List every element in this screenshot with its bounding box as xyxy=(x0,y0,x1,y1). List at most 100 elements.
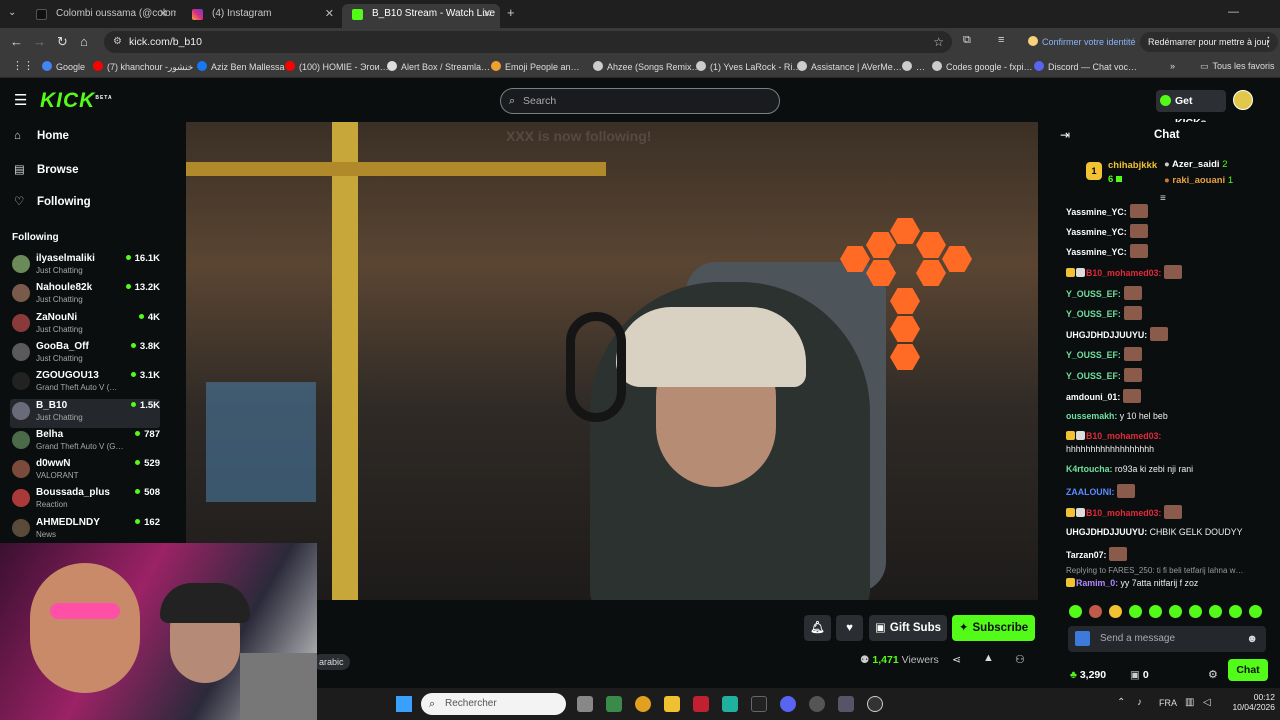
stream-tag[interactable]: arabic xyxy=(313,654,350,670)
nav-following[interactable]: ♡ Following xyxy=(14,194,91,208)
chat-username[interactable]: B10_mohamed03: xyxy=(1086,508,1161,518)
quick-emote-icon[interactable] xyxy=(1075,631,1090,646)
emote-icon[interactable] xyxy=(1209,605,1222,618)
chat-username[interactable]: Y_OUSS_EF: xyxy=(1066,309,1121,319)
tray-overflow-icon[interactable]: ⌃ xyxy=(1117,697,1125,708)
share-icon[interactable]: ⋖ xyxy=(952,653,961,666)
app-icon[interactable] xyxy=(751,696,767,712)
leader-2[interactable]: ● Azer_saidi 2 xyxy=(1164,159,1228,170)
expand-leaderboard-icon[interactable]: ≡ xyxy=(1160,193,1166,204)
emote-icon[interactable] xyxy=(1149,605,1162,618)
chat-username[interactable]: UHGJDHDJJUUYU: xyxy=(1066,527,1147,537)
emote-icon[interactable] xyxy=(1169,605,1182,618)
chat-username[interactable]: Y_OUSS_EF: xyxy=(1066,350,1121,360)
leader-1-name[interactable]: chihabjkkk xyxy=(1108,160,1157,171)
following-item[interactable]: Belha Grand Theft Auto V (G… 787 xyxy=(10,428,160,457)
microphone-icon[interactable]: ♪ xyxy=(1137,697,1142,708)
leader-3[interactable]: ● raki_aouani 1 xyxy=(1164,175,1233,186)
bookmark-yves[interactable]: (1) Yves LaRock - Ri… xyxy=(696,61,801,72)
send-chat-button[interactable]: Chat xyxy=(1228,659,1268,681)
identity-button[interactable]: Confirmer votre identité xyxy=(1028,36,1136,47)
close-icon[interactable]: ✕ xyxy=(325,4,334,24)
chat-username[interactable]: Yassmine_YC: xyxy=(1066,227,1127,237)
bookmark-streamlabs[interactable]: Alert Box / Streamla… xyxy=(387,61,490,72)
extensions-icon[interactable]: ⧉ xyxy=(963,34,971,47)
chat-username[interactable]: Ramim_0: xyxy=(1076,578,1118,588)
site-info-icon[interactable]: ⚙ xyxy=(113,31,122,53)
bookmark-codes[interactable]: Codes google - fxpi… xyxy=(932,61,1033,72)
emote-icon[interactable] xyxy=(1089,605,1102,618)
media-player-icon[interactable] xyxy=(867,696,883,712)
tab-kick[interactable]: B_B10 Stream - Watch Live ✕ xyxy=(342,4,500,28)
following-item[interactable]: ilyaselmaliki Just Chatting 16.1K xyxy=(10,252,160,281)
chrome-icon[interactable] xyxy=(635,696,651,712)
following-item[interactable]: B_B10 Just Chatting 1.5K xyxy=(10,398,160,428)
taskbar-search[interactable]: ⌕ Rechercher xyxy=(421,693,566,715)
following-item[interactable]: d0wwN VALORANT 529 xyxy=(10,457,160,486)
get-kicks-button[interactable]: Get KICKs xyxy=(1156,90,1226,129)
hamburger-menu-icon[interactable]: ☰ xyxy=(14,91,27,109)
video-player[interactable]: XXX is now following! xyxy=(186,122,1038,600)
emote-icon[interactable] xyxy=(1189,605,1202,618)
chat-username[interactable]: K4rtoucha: xyxy=(1066,464,1112,474)
bookmark-youtube-2[interactable]: (100) HOMIE - Эгои… xyxy=(285,61,389,72)
bookmark-discord[interactable]: Discord — Chat voc… xyxy=(1034,61,1137,72)
home-icon[interactable]: ⌂ xyxy=(80,34,88,49)
app-icon[interactable] xyxy=(693,696,709,712)
following-item[interactable]: Boussada_plus Reaction 508 xyxy=(10,486,160,515)
forward-icon[interactable]: → xyxy=(33,34,46,49)
menu-icon[interactable]: ⋮ xyxy=(1262,34,1275,50)
bookmark-youtube-1[interactable]: (7) khanchour -خنشور xyxy=(93,61,193,73)
restart-update-button[interactable]: Redémarrer pour mettre à jour xyxy=(1140,32,1278,52)
nav-home[interactable]: ⌂ Home xyxy=(14,130,69,142)
emote-icon[interactable] xyxy=(1129,605,1142,618)
volume-icon[interactable]: ◁ xyxy=(1203,697,1211,708)
emote-icon[interactable] xyxy=(1249,605,1262,618)
all-bookmarks[interactable]: ▭ Tous les favoris xyxy=(1200,61,1275,72)
bookmark-dots[interactable]: … xyxy=(902,61,925,72)
emoji-picker-icon[interactable]: ☻ xyxy=(1246,626,1258,652)
chat-settings-gear-icon[interactable]: ⚙ xyxy=(1208,668,1218,681)
close-icon[interactable]: ✕ xyxy=(159,4,168,24)
tab-tiktok[interactable]: Colombi oussama (@colom… ✕ xyxy=(26,4,176,28)
media-icon[interactable]: ≡ xyxy=(998,34,1004,46)
chat-username[interactable]: amdouni_01: xyxy=(1066,392,1120,402)
clock[interactable]: 00:12 10/04/2026 xyxy=(1227,692,1275,712)
windows-start-icon[interactable] xyxy=(396,696,412,712)
reload-icon[interactable]: ↻ xyxy=(57,34,68,50)
chat-username[interactable]: Y_OUSS_EF: xyxy=(1066,289,1121,299)
bookmark-emoji[interactable]: Emoji People an… xyxy=(491,61,580,72)
following-item[interactable]: Nahoule82k Just Chatting 13.2K xyxy=(10,281,160,310)
subscribe-button[interactable]: ✦ Subscribe xyxy=(952,615,1035,641)
emote-icon[interactable] xyxy=(1229,605,1242,618)
following-item[interactable]: AHMEDLNDY News 162 xyxy=(10,516,160,545)
follow-heart-button[interactable]: ♥ xyxy=(836,615,863,641)
following-item[interactable]: ZGOUGOU13 Grand Theft Auto V (… 3.1K xyxy=(10,369,160,398)
collapse-chat-icon[interactable]: ⇥ xyxy=(1060,128,1070,142)
following-item[interactable]: ZaNouNi Just Chatting 4K xyxy=(10,311,160,340)
app-icon[interactable] xyxy=(606,696,622,712)
chat-username[interactable]: B10_mohamed03: xyxy=(1086,268,1161,278)
chat-username[interactable]: Yassmine_YC: xyxy=(1066,207,1127,217)
network-icon[interactable]: ▥ xyxy=(1185,697,1194,708)
following-item[interactable]: GooBa_Off Just Chatting 3.8K xyxy=(10,340,160,369)
back-icon[interactable]: ← xyxy=(10,34,23,49)
emote-icon[interactable] xyxy=(1069,605,1082,618)
emote-icon[interactable] xyxy=(1109,605,1122,618)
bookmark-ahzee[interactable]: Ahzee (Songs Remix… xyxy=(593,61,701,72)
gift-subs-button[interactable]: ▣ Gift Subs xyxy=(869,615,947,641)
chat-message-input[interactable]: Send a message ☻ xyxy=(1068,626,1266,652)
chat-username[interactable]: oussemakh: xyxy=(1066,411,1117,421)
bookmarks-overflow-icon[interactable]: » xyxy=(1170,61,1175,71)
settings-icon[interactable] xyxy=(838,696,854,712)
star-icon[interactable]: ☆ xyxy=(933,31,944,53)
kick-logo[interactable]: KICKBETA xyxy=(40,89,113,113)
new-tab-icon[interactable]: + xyxy=(507,5,515,20)
chat-username[interactable]: B10_mohamed03: xyxy=(1086,431,1161,441)
file-explorer-icon[interactable] xyxy=(664,696,680,712)
chat-username[interactable]: Tarzan07: xyxy=(1066,550,1106,560)
tab-list-icon[interactable]: ⌄ xyxy=(8,7,16,18)
bookmark-google[interactable]: Google xyxy=(42,61,85,72)
address-bar[interactable]: ⚙ kick.com/b_b10 ☆ xyxy=(104,31,952,53)
kicks-balance[interactable]: ♣ 3,290 xyxy=(1070,669,1106,681)
